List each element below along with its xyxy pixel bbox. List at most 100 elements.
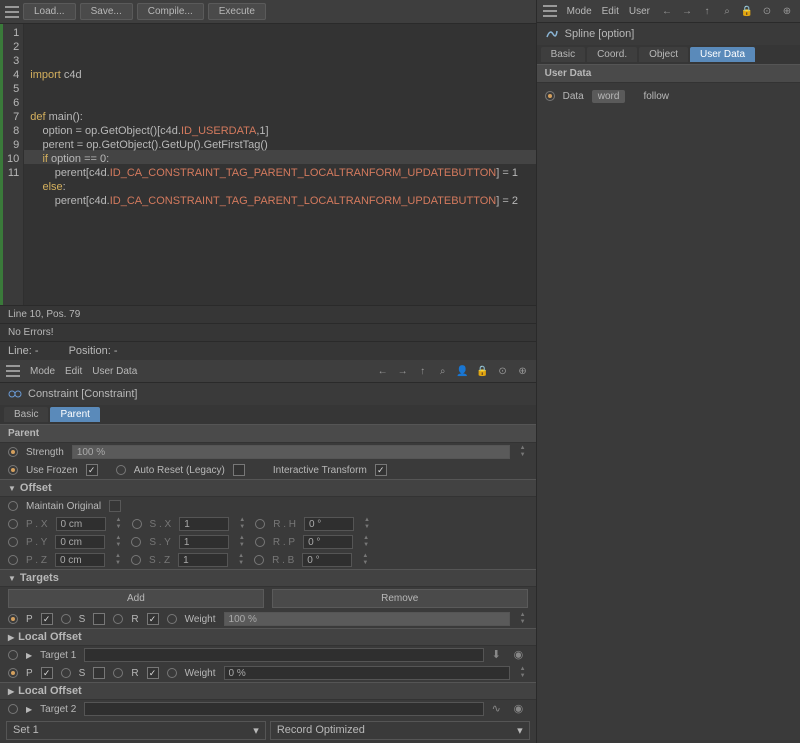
t1-s-check[interactable] <box>93 613 105 625</box>
load-button[interactable]: Load... <box>23 3 76 20</box>
offset-spinner[interactable]: ▲▼ <box>237 535 247 549</box>
t2-weight-input[interactable] <box>224 666 510 680</box>
strength-spinner[interactable]: ▲▼ <box>518 445 528 459</box>
offset-input[interactable] <box>56 517 106 531</box>
r-mode-menu[interactable]: Mode <box>567 6 592 17</box>
t2-r-check[interactable] <box>147 667 159 679</box>
offset-spinner[interactable]: ▲▼ <box>236 553 246 567</box>
offset-input[interactable] <box>303 535 353 549</box>
user-data-menu[interactable]: User Data <box>92 366 137 377</box>
up-icon[interactable]: ↑ <box>700 4 714 18</box>
add-button[interactable]: Add <box>8 589 264 608</box>
offset-radio[interactable] <box>131 537 141 547</box>
autoreset-radio[interactable] <box>116 465 126 475</box>
r-user-menu[interactable]: User <box>629 6 650 17</box>
hamburger-icon[interactable] <box>543 5 557 17</box>
up-icon[interactable]: ↑ <box>416 364 430 378</box>
add-icon[interactable]: ⊕ <box>516 364 530 378</box>
tab-basic[interactable]: Basic <box>541 47 585 62</box>
strength-radio[interactable] <box>8 447 18 457</box>
offset-input[interactable] <box>179 517 229 531</box>
offset-input[interactable] <box>179 535 229 549</box>
tab-basic[interactable]: Basic <box>4 407 48 422</box>
remove-button[interactable]: Remove <box>272 589 528 608</box>
t2-target-radio[interactable] <box>8 704 18 714</box>
maintain-radio[interactable] <box>8 501 18 511</box>
search-icon[interactable]: ⌕ <box>720 4 734 18</box>
t2-spline-icon[interactable]: ∿ <box>492 702 506 716</box>
forward-icon[interactable]: → <box>396 364 410 378</box>
record-dropdown[interactable]: Record Optimized▾ <box>270 721 530 740</box>
mode-menu[interactable]: Mode <box>30 366 55 377</box>
t1-radio[interactable] <box>8 614 18 624</box>
offset-radio[interactable] <box>132 519 142 529</box>
t1-w-radio[interactable] <box>167 614 177 624</box>
compile-button[interactable]: Compile... <box>137 3 204 20</box>
execute-button[interactable]: Execute <box>208 3 266 20</box>
offset-radio[interactable] <box>8 537 18 547</box>
t2-s-check[interactable] <box>93 667 105 679</box>
t1-picker-icon[interactable]: ◉ <box>514 648 528 662</box>
back-icon[interactable]: ← <box>376 364 390 378</box>
targets-header[interactable]: ▼Targets <box>0 569 536 587</box>
t2-w-radio[interactable] <box>167 668 177 678</box>
tab-parent[interactable]: Parent <box>50 407 99 422</box>
hamburger-icon[interactable] <box>5 6 19 18</box>
t1-local-offset[interactable]: ▶Local Offset <box>0 628 536 646</box>
tab-user-data[interactable]: User Data <box>690 47 755 62</box>
maintain-checkbox[interactable] <box>109 500 121 512</box>
offset-spinner[interactable]: ▲▼ <box>361 535 371 549</box>
t1-r-radio[interactable] <box>113 614 123 624</box>
lock-icon[interactable]: 🔒 <box>740 4 754 18</box>
t2-local-offset[interactable]: ▶Local Offset <box>0 682 536 700</box>
save-button[interactable]: Save... <box>80 3 133 20</box>
offset-input[interactable] <box>304 517 354 531</box>
t2-s-radio[interactable] <box>61 668 71 678</box>
t2-picker-icon[interactable]: ◉ <box>514 702 528 716</box>
follow-tag[interactable]: follow <box>637 90 675 103</box>
strength-input[interactable] <box>72 445 510 459</box>
t2-r-radio[interactable] <box>113 668 123 678</box>
pin-icon[interactable]: 👤 <box>456 364 470 378</box>
offset-radio[interactable] <box>131 555 141 565</box>
word-tag[interactable]: word <box>592 90 626 103</box>
frozen-radio[interactable] <box>8 465 18 475</box>
frozen-checkbox[interactable] <box>86 464 98 476</box>
r-edit-menu[interactable]: Edit <box>602 6 619 17</box>
offset-spinner[interactable]: ▲▼ <box>360 553 370 567</box>
t2-weight-spinner[interactable]: ▲▼ <box>518 666 528 680</box>
offset-spinner[interactable]: ▲▼ <box>237 517 247 531</box>
tab-object[interactable]: Object <box>639 47 688 62</box>
add-icon[interactable]: ⊕ <box>780 4 794 18</box>
offset-input[interactable] <box>55 535 105 549</box>
offset-input[interactable] <box>302 553 352 567</box>
t1-weight-spinner[interactable]: ▲▼ <box>518 612 528 626</box>
offset-header[interactable]: ▼Offset <box>0 479 536 497</box>
set-dropdown[interactable]: Set 1▾ <box>6 721 266 740</box>
autoreset-checkbox[interactable] <box>233 464 245 476</box>
t1-target-radio[interactable] <box>8 650 18 660</box>
edit-menu[interactable]: Edit <box>65 366 82 377</box>
t1-s-radio[interactable] <box>61 614 71 624</box>
t2-p-check[interactable] <box>41 667 53 679</box>
t1-r-check[interactable] <box>147 613 159 625</box>
interactive-checkbox[interactable] <box>375 464 387 476</box>
forward-icon[interactable]: → <box>680 4 694 18</box>
t2-expand-icon[interactable]: ▶ <box>26 705 32 714</box>
t2-target-field[interactable] <box>84 702 483 716</box>
hamburger-icon[interactable] <box>6 365 20 377</box>
code-content[interactable]: import c4d def main(): option = op.GetOb… <box>24 24 535 305</box>
t1-target-field[interactable] <box>84 648 483 662</box>
offset-spinner[interactable]: ▲▼ <box>113 535 123 549</box>
offset-radio[interactable] <box>8 555 18 565</box>
data-radio[interactable] <box>545 91 555 101</box>
offset-spinner[interactable]: ▲▼ <box>362 517 372 531</box>
offset-radio[interactable] <box>254 555 264 565</box>
offset-input[interactable] <box>55 553 105 567</box>
back-icon[interactable]: ← <box>660 4 674 18</box>
offset-spinner[interactable]: ▲▼ <box>113 553 123 567</box>
lock-icon[interactable]: 🔒 <box>476 364 490 378</box>
t2-radio[interactable] <box>8 668 18 678</box>
code-editor[interactable]: 1234567891011 import c4d def main(): opt… <box>0 24 536 305</box>
offset-input[interactable] <box>178 553 228 567</box>
